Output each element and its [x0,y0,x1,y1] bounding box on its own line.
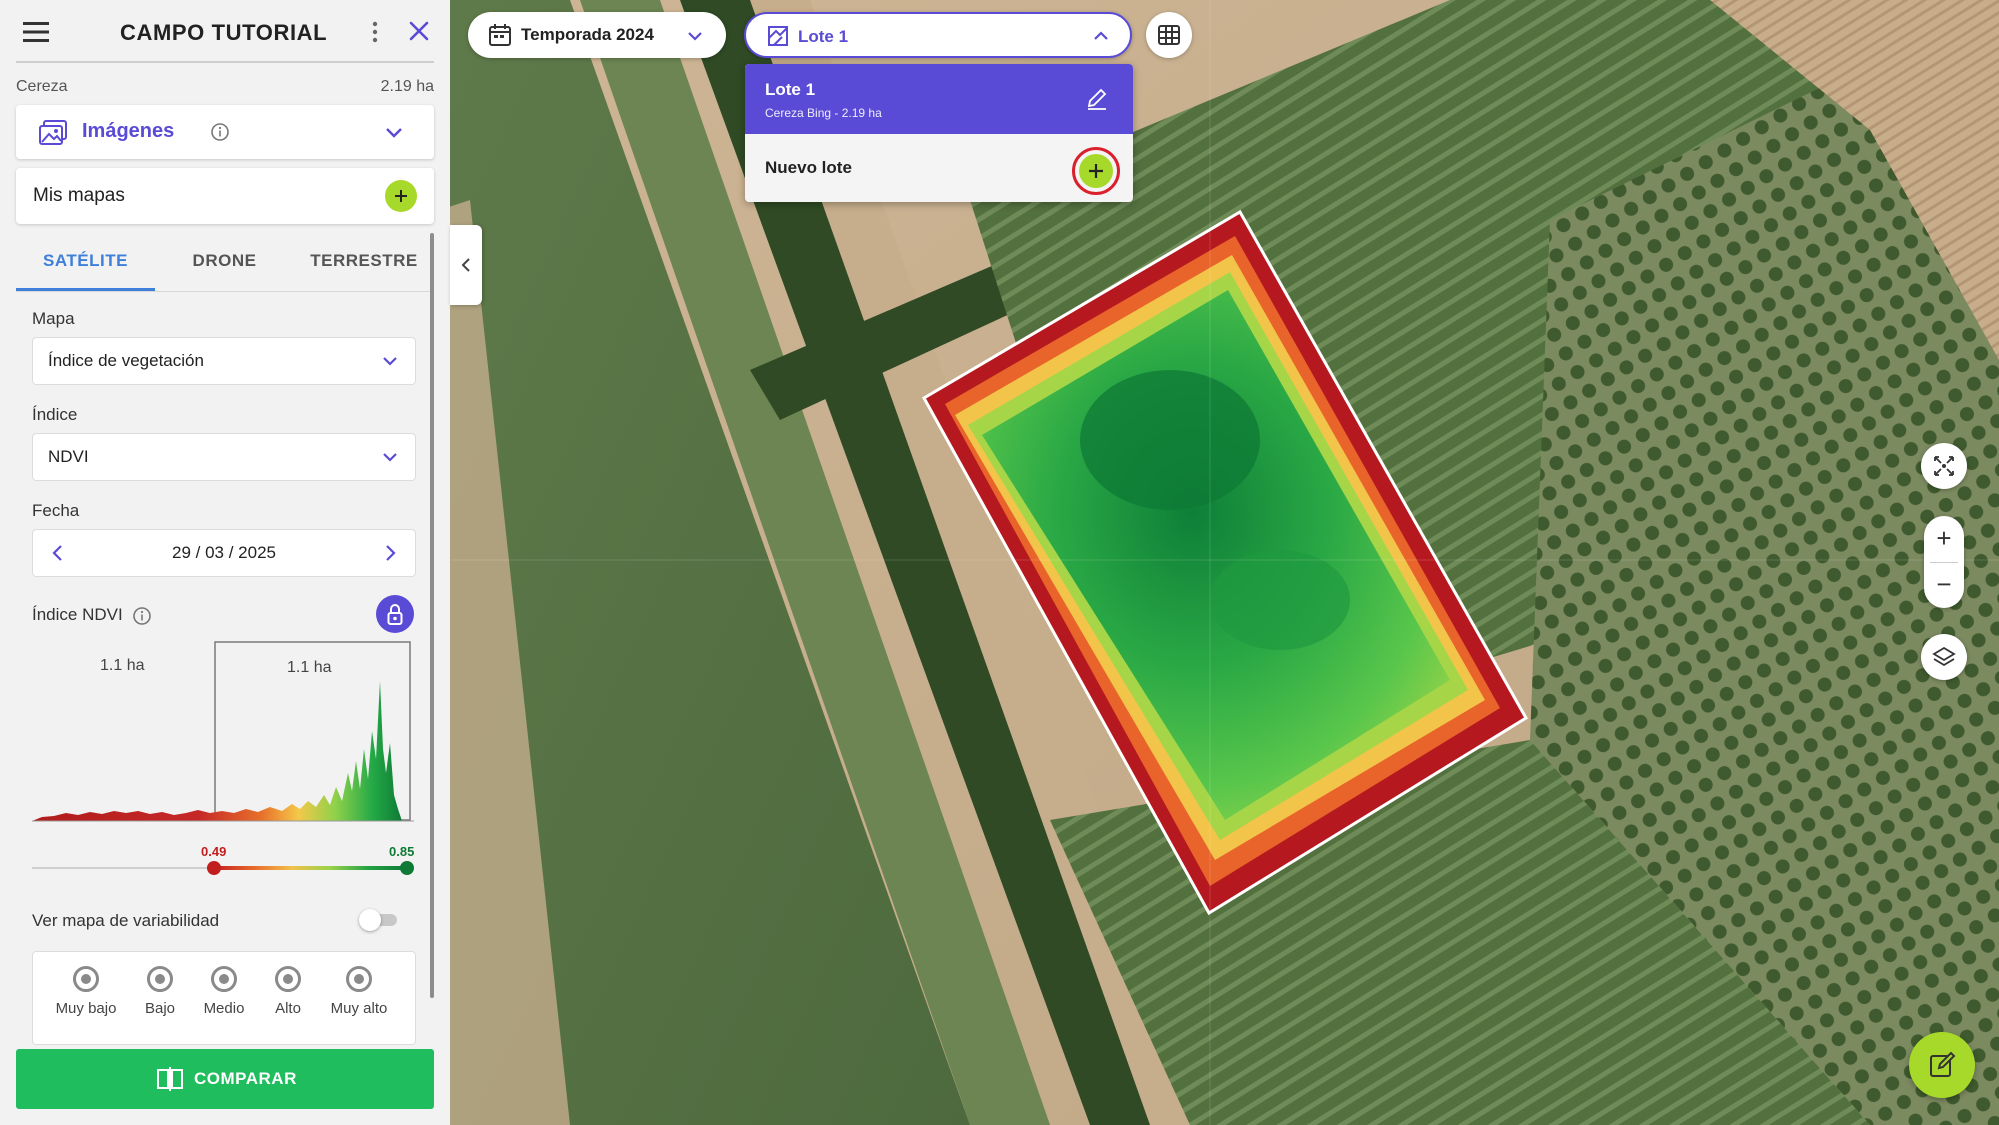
new-lote-label: Nuevo lote [765,158,852,177]
more-options-icon[interactable] [368,20,382,44]
images-label: Imágenes [82,120,175,142]
lote-label: Lote 1 [798,27,849,46]
date-picker[interactable]: 29 / 03 / 2025 [32,529,416,577]
index-select[interactable]: NDVI [32,433,416,481]
sidebar: CAMPO TUTORIAL Cereza 2.19 ha Imágenes M… [0,0,450,1125]
lote-selector[interactable]: Lote 1 [744,12,1132,58]
zoom-controls: + − [1924,516,1964,608]
level-high[interactable]: Alto [248,966,328,1017]
tab-terrestrial[interactable]: TERRESTRE [294,251,434,271]
edit-icon [1930,1051,1956,1077]
field-title: CAMPO TUTORIAL [120,20,328,45]
fit-bounds-button[interactable] [1921,443,1967,489]
level-very-low[interactable]: Muy bajo [46,966,126,1017]
tab-satellite[interactable]: SATÉLITE [16,251,155,271]
min-threshold-value: 0.49 [201,844,227,859]
lock-icon [387,604,403,625]
map-select-value: Índice de vegetación [48,351,204,370]
radio-icon [275,966,301,992]
imagery-panel: SATÉLITE DRONE TERRESTRE Mapa Índice de … [16,233,434,1053]
info-icon[interactable] [210,122,230,142]
variability-label: Ver mapa de variabilidad [32,911,220,930]
sidebar-scrollbar[interactable] [430,233,434,998]
map-select[interactable]: Índice de vegetación [32,337,416,385]
ndvi-histogram: 1.1 ha 1.1 ha 0.49 0.85 [32,641,414,881]
active-tab-indicator [16,288,155,291]
zoom-in-button[interactable]: + [1924,516,1964,562]
radio-icon [211,966,237,992]
ndvi-index-label: Índice NDVI [32,605,123,624]
info-icon[interactable] [132,606,152,626]
compare-icon [157,1067,183,1091]
compare-button[interactable]: COMPARAR [16,1049,434,1109]
compare-label: COMPARAR [194,1069,297,1088]
images-icon [39,120,67,145]
map-field-label: Mapa [32,309,75,328]
layers-button[interactable] [1921,634,1967,680]
index-select-value: NDVI [48,447,89,466]
sidebar-header: CAMPO TUTORIAL [0,0,450,64]
collapse-sidebar-button[interactable] [450,225,482,305]
table-icon [1158,25,1180,45]
crop-name: Cereza [16,78,68,95]
index-field-label: Índice [32,405,78,424]
map-imagery [450,0,1999,1125]
add-lote-button-fill [1079,154,1113,188]
my-maps-label: Mis mapas [33,185,125,206]
variability-levels: Muy bajo Bajo Medio Alto Muy alto [32,951,416,1045]
range-min-handle[interactable] [207,861,221,875]
source-tabs: SATÉLITE DRONE TERRESTRE [16,233,434,292]
chevron-down-icon [383,357,397,366]
level-label: Muy bajo [55,1000,117,1017]
header-divider [16,61,434,63]
plot-icon [768,26,788,46]
chevron-right-icon[interactable] [381,543,399,563]
crop-row: Cereza 2.19 ha [16,78,434,96]
range-max-handle[interactable] [400,861,414,875]
chevron-down-icon [688,32,702,41]
close-icon[interactable] [407,19,431,43]
variability-toggle[interactable] [359,909,399,931]
radio-icon [346,966,372,992]
calendar-icon [489,24,511,46]
lote-option-name: Lote 1 [765,80,816,99]
satellite-map[interactable] [450,0,1999,1125]
edit-icon[interactable] [1085,86,1109,110]
add-map-button[interactable] [385,180,417,212]
max-threshold-value: 0.85 [389,844,415,859]
plus-icon [1089,164,1103,178]
lote-option-details: Cereza Bing - 2.19 ha [765,106,882,120]
lote-option-selected[interactable]: Lote 1 Cereza Bing - 2.19 ha [745,64,1133,134]
radio-icon [73,966,99,992]
layers-icon [1932,646,1956,667]
level-label: Alto [275,1000,301,1017]
season-label: Temporada 2024 [521,25,654,44]
fit-bounds-icon [1934,456,1954,476]
zoom-out-button[interactable]: − [1924,562,1964,608]
season-selector[interactable]: Temporada 2024 [468,12,726,58]
chevron-down-icon[interactable] [384,122,404,142]
level-very-high[interactable]: Muy alto [319,966,399,1017]
field-area: 2.19 ha [380,78,434,95]
my-maps-row[interactable]: Mis mapas [16,168,434,224]
add-lote-button[interactable] [1072,147,1120,195]
histogram-left-area: 1.1 ha [100,657,145,674]
chevron-left-icon [461,258,470,272]
edit-map-fab[interactable] [1909,1032,1975,1098]
lock-range-button[interactable] [376,595,414,633]
menu-icon[interactable] [22,20,50,44]
toggle-thumb [359,909,381,931]
date-field-label: Fecha [32,501,80,520]
chevron-down-icon [383,453,397,462]
date-value: 29 / 03 / 2025 [172,543,276,562]
tab-drone[interactable]: DRONE [155,251,294,271]
level-label: Muy alto [330,1000,388,1017]
table-view-button[interactable] [1146,12,1192,58]
plus-icon [395,190,407,202]
histogram-right-area: 1.1 ha [287,659,332,676]
chevron-up-icon [1094,31,1108,40]
range-slider-fill [214,866,407,870]
radio-icon [147,966,173,992]
images-selector[interactable]: Imágenes [16,105,434,159]
